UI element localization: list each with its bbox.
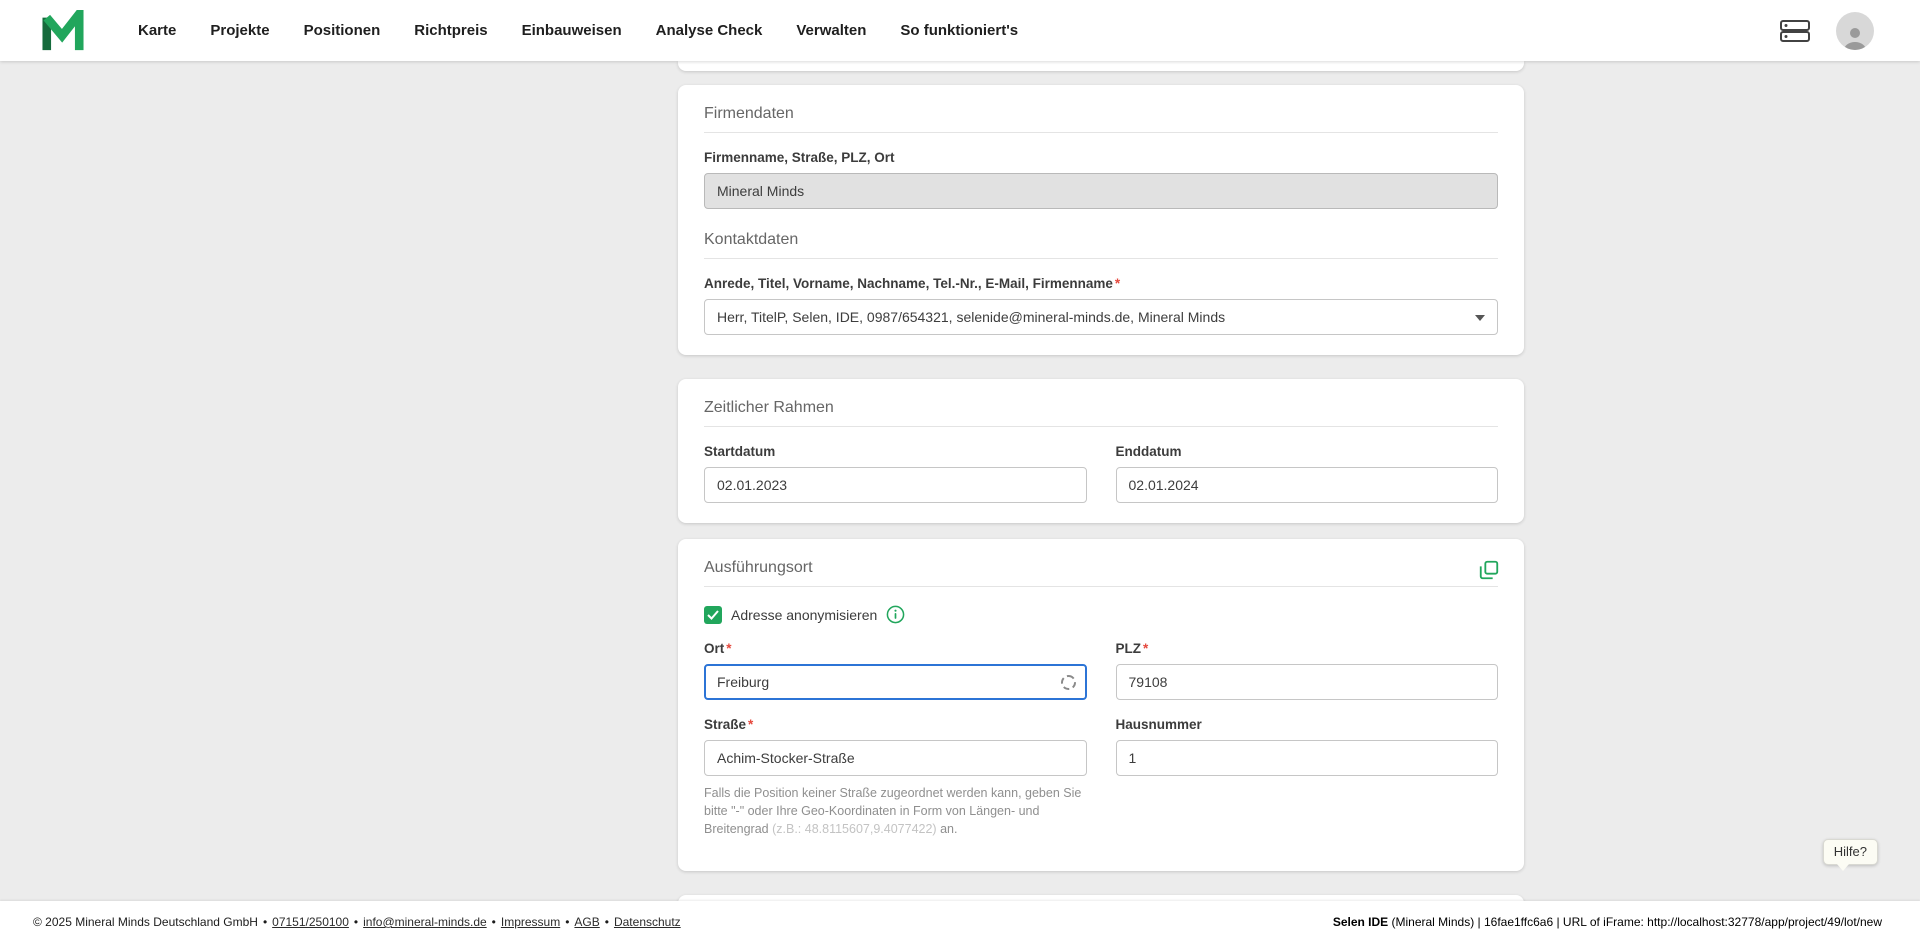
card-firmendaten: Firmendaten Firmenname, Straße, PLZ, Ort…	[678, 85, 1524, 355]
ide-name: Selen IDE	[1333, 915, 1388, 929]
copy-icon[interactable]	[1478, 559, 1500, 584]
startdatum-input[interactable]	[704, 467, 1087, 503]
footer-link-agb[interactable]: AGB	[574, 915, 599, 929]
firmendaten-title: Firmendaten	[704, 105, 1498, 123]
footer-link-impressum[interactable]: Impressum	[501, 915, 560, 929]
enddatum-label: Enddatum	[1116, 444, 1499, 459]
page-background: Firmendaten Firmenname, Straße, PLZ, Ort…	[0, 61, 1920, 901]
main-navigation: Karte Projekte Positionen Richtpreis Ein…	[138, 22, 1780, 39]
plz-input[interactable]	[1116, 664, 1499, 700]
separator: •	[354, 915, 358, 929]
iframe-url-text: (Mineral Minds) | 16fae1ffc6a6 | URL of …	[1388, 915, 1882, 929]
nav-item-einbauweisen[interactable]: Einbauweisen	[522, 22, 622, 39]
geo-example-text: (z.B.: 48.8115607,9.4077422)	[772, 822, 936, 836]
navbar-right	[1780, 12, 1874, 50]
info-icon[interactable]	[886, 605, 905, 624]
footer: © 2025 Mineral Minds Deutschland GmbH • …	[0, 901, 1920, 943]
divider	[704, 258, 1498, 259]
footer-link-datenschutz[interactable]: Datenschutz	[614, 915, 681, 929]
anonymize-label: Adresse anonymisieren	[731, 607, 877, 623]
ausfuehrungsort-title: Ausführungsort	[704, 559, 1498, 577]
divider	[704, 132, 1498, 133]
loading-spinner-icon	[1061, 675, 1076, 690]
anonymize-checkbox-row: Adresse anonymisieren	[704, 605, 1498, 624]
strasse-label: Straße*	[704, 717, 1087, 732]
debug-status-text: Selen IDE (Mineral Minds) | 16fae1ffc6a6…	[1333, 915, 1882, 929]
footer-link-phone[interactable]: 07151/250100	[272, 915, 349, 929]
card-ausfuehrungsort: Ausführungsort Adresse anonymisieren	[678, 539, 1524, 871]
server-icon[interactable]	[1780, 20, 1810, 42]
separator: •	[492, 915, 496, 929]
divider	[704, 586, 1498, 587]
nav-item-projekte[interactable]: Projekte	[210, 22, 269, 39]
contact-select-value: Herr, TitelP, Selen, IDE, 0987/654321, s…	[717, 309, 1225, 325]
card-zeitlicher-rahmen: Zeitlicher Rahmen Startdatum Enddatum	[678, 379, 1524, 523]
zeitraum-title: Zeitlicher Rahmen	[704, 399, 1498, 417]
nav-item-so-funktionierts[interactable]: So funktioniert's	[900, 22, 1018, 39]
contact-select[interactable]: Herr, TitelP, Selen, IDE, 0987/654321, s…	[704, 299, 1498, 335]
nav-item-richtpreis[interactable]: Richtpreis	[414, 22, 487, 39]
separator: •	[605, 915, 609, 929]
card-previous-partial	[678, 61, 1524, 71]
required-marker: *	[1143, 641, 1148, 656]
contact-label: Anrede, Titel, Vorname, Nachname, Tel.-N…	[704, 276, 1498, 291]
company-label: Firmenname, Straße, PLZ, Ort	[704, 150, 1498, 165]
required-marker: *	[1115, 276, 1120, 291]
street-hint-text: Falls die Position keiner Straße zugeord…	[704, 785, 1087, 838]
brand-logo[interactable]	[40, 10, 86, 52]
anonymize-checkbox[interactable]	[704, 606, 722, 624]
startdatum-label: Startdatum	[704, 444, 1087, 459]
ort-label: Ort*	[704, 641, 1087, 656]
hausnummer-input[interactable]	[1116, 740, 1499, 776]
nav-item-analyse-check[interactable]: Analyse Check	[656, 22, 763, 39]
separator: •	[263, 915, 267, 929]
help-button[interactable]: Hilfe?	[1823, 839, 1878, 865]
nav-item-karte[interactable]: Karte	[138, 22, 176, 39]
separator: •	[565, 915, 569, 929]
kontaktdaten-title: Kontaktdaten	[704, 231, 1498, 249]
top-navbar: Karte Projekte Positionen Richtpreis Ein…	[0, 0, 1920, 61]
check-icon	[707, 610, 719, 620]
user-avatar[interactable]	[1836, 12, 1874, 50]
help-label: Hilfe?	[1834, 844, 1867, 859]
nav-item-verwalten[interactable]: Verwalten	[796, 22, 866, 39]
strasse-input[interactable]	[704, 740, 1087, 776]
plz-label: PLZ*	[1116, 641, 1499, 656]
copyright-text: © 2025 Mineral Minds Deutschland GmbH	[33, 915, 258, 929]
required-marker: *	[726, 641, 731, 656]
hausnummer-label: Hausnummer	[1116, 717, 1499, 732]
nav-item-positionen[interactable]: Positionen	[304, 22, 381, 39]
chevron-down-icon	[1475, 315, 1485, 321]
required-marker: *	[748, 717, 753, 732]
footer-link-email[interactable]: info@mineral-minds.de	[363, 915, 487, 929]
form-column: Firmendaten Firmenname, Straße, PLZ, Ort…	[678, 61, 1524, 901]
ort-input[interactable]	[704, 664, 1087, 700]
footer-left: © 2025 Mineral Minds Deutschland GmbH • …	[33, 915, 681, 929]
person-icon	[1842, 24, 1868, 50]
enddatum-input[interactable]	[1116, 467, 1499, 503]
company-field	[704, 173, 1498, 209]
